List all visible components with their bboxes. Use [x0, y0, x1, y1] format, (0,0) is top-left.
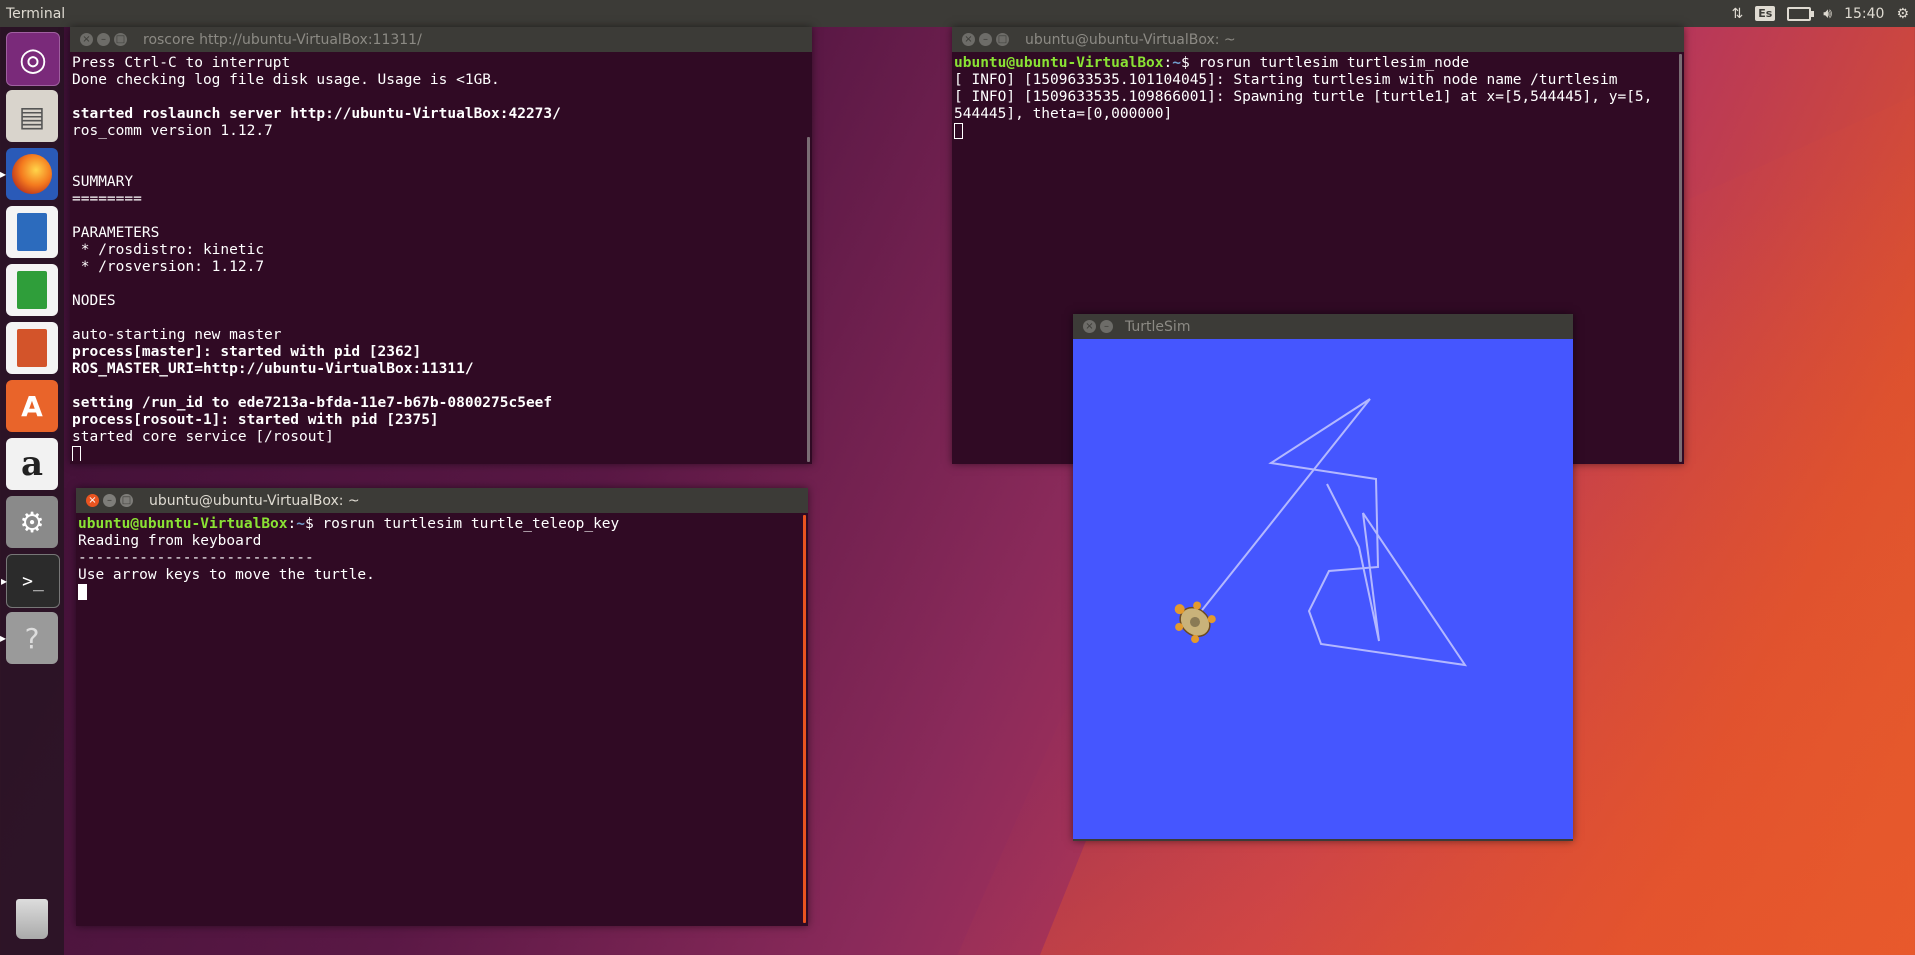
scrollbar[interactable]: [807, 137, 810, 462]
software-center-icon[interactable]: A: [6, 380, 58, 432]
firefox-icon[interactable]: [0, 148, 58, 200]
terminal-output[interactable]: ubuntu@ubuntu-VirtualBox:~$ rosrun turtl…: [76, 513, 808, 922]
output-line: ros_comm version 1.12.7: [72, 123, 273, 139]
help-icon[interactable]: ?: [0, 612, 58, 664]
window-titlebar[interactable]: × – □ ubuntu@ubuntu-VirtualBox: ~: [952, 27, 1684, 52]
battery-icon[interactable]: [1787, 6, 1815, 21]
clock[interactable]: 15:40: [1844, 6, 1884, 22]
scrollbar[interactable]: [1679, 54, 1682, 462]
gear-icon[interactable]: ⚙: [1896, 6, 1909, 22]
indicator-area: ⇅ Es 🔊︎ 15:40 ⚙: [1731, 0, 1915, 27]
close-icon[interactable]: ×: [86, 494, 99, 507]
prompt-path: ~: [296, 516, 305, 532]
output-line: PARAMETERS: [72, 225, 160, 241]
output-line: setting /run_id to ede7213a-bfda-11e7-b6…: [72, 395, 553, 411]
calc-icon[interactable]: [6, 264, 58, 316]
output-line: Press Ctrl-C to interrupt: [72, 55, 291, 71]
window-titlebar[interactable]: × – □ ubuntu@ubuntu-VirtualBox: ~: [76, 488, 808, 513]
output-line: ========: [72, 191, 142, 207]
output-line: [ INFO] [1509633535.101104045]: Starting…: [954, 72, 1618, 88]
files-icon[interactable]: ▤: [6, 90, 58, 142]
prompt-user: ubuntu@ubuntu-VirtualBox: [78, 516, 288, 532]
close-icon[interactable]: ×: [962, 33, 975, 46]
terminal-icon[interactable]: >_: [1, 554, 60, 608]
prompt-separator: :: [287, 516, 297, 532]
roscore-terminal-window[interactable]: × – □ roscore http://ubuntu-VirtualBox:1…: [70, 27, 812, 464]
turtlesim-canvas: [1073, 339, 1573, 839]
turtle-trail: [1194, 398, 1468, 667]
volume-icon[interactable]: 🔊︎: [1823, 6, 1832, 22]
impress-icon[interactable]: [6, 322, 58, 374]
minimize-icon[interactable]: –: [979, 33, 992, 46]
top-panel: Terminal ⇅ Es 🔊︎ 15:40 ⚙: [0, 0, 1915, 27]
output-line: started roslaunch server http://ubuntu-V…: [72, 106, 561, 122]
output-line: [ INFO] [1509633535.109866001]: Spawning…: [954, 89, 1653, 105]
output-line: 544445], theta=[0,000000]: [954, 106, 1173, 122]
prompt-end: $: [1180, 55, 1199, 71]
output-line: * /rosdistro: kinetic: [72, 242, 265, 258]
output-line: Use arrow keys to move the turtle.: [78, 567, 375, 583]
output-line: SUMMARY: [72, 174, 134, 190]
output-line: Done checking log file disk usage. Usage…: [72, 72, 500, 88]
prompt-path: ~: [1172, 55, 1181, 71]
settings-icon[interactable]: ⚙: [6, 496, 58, 548]
text-cursor: [72, 446, 81, 461]
amazon-icon[interactable]: a: [6, 438, 58, 490]
output-line: ROS_MASTER_URI=http://ubuntu-VirtualBox:…: [72, 361, 474, 377]
window-title: roscore http://ubuntu-VirtualBox:11311/: [143, 31, 422, 48]
minimize-icon[interactable]: –: [103, 494, 116, 507]
teleop-terminal-window[interactable]: × – □ ubuntu@ubuntu-VirtualBox: ~ ubuntu…: [76, 488, 808, 926]
prompt-separator: :: [1163, 55, 1173, 71]
ubuntu-dash-icon[interactable]: ◎: [6, 32, 60, 86]
close-icon[interactable]: ×: [80, 33, 93, 46]
window-title: ubuntu@ubuntu-VirtualBox: ~: [1025, 31, 1236, 48]
launcher: ◎ ▤ A a ⚙ >_ ?: [0, 27, 64, 955]
writer-icon[interactable]: [6, 206, 58, 258]
output-line: * /rosversion: 1.12.7: [72, 259, 265, 275]
trash-icon[interactable]: [6, 893, 58, 945]
active-app-title: Terminal: [6, 5, 66, 22]
output-line: auto-starting new master: [72, 327, 282, 343]
text-cursor: [954, 123, 963, 139]
window-titlebar[interactable]: × – □ roscore http://ubuntu-VirtualBox:1…: [70, 27, 812, 52]
output-line: process[rosout-1]: started with pid [237…: [72, 412, 439, 428]
command-text: rosrun turtlesim turtlesim_node: [1198, 55, 1470, 71]
turtle-path-svg: [1174, 398, 1468, 667]
window-title: ubuntu@ubuntu-VirtualBox: ~: [149, 492, 360, 509]
maximize-icon[interactable]: □: [996, 33, 1009, 46]
window-titlebar[interactable]: × – TurtleSim: [1073, 314, 1573, 339]
output-line: ---------------------------: [78, 550, 314, 566]
window-title: TurtleSim: [1125, 318, 1191, 335]
turtlesim-window[interactable]: × – TurtleSim: [1073, 314, 1573, 841]
text-cursor: [78, 584, 87, 600]
maximize-icon[interactable]: □: [120, 494, 133, 507]
maximize-icon[interactable]: □: [114, 33, 127, 46]
network-icon[interactable]: ⇅: [1731, 6, 1743, 22]
output-line: started core service [/rosout]: [72, 429, 334, 445]
prompt-user: ubuntu@ubuntu-VirtualBox: [954, 55, 1164, 71]
keyboard-layout-indicator[interactable]: Es: [1755, 6, 1776, 21]
close-icon[interactable]: ×: [1083, 320, 1096, 333]
output-line: Reading from keyboard: [78, 533, 262, 549]
prompt-end: $: [304, 516, 323, 532]
output-line: NODES: [72, 293, 116, 309]
output-line: process[master]: started with pid [2362]: [72, 344, 422, 360]
minimize-icon[interactable]: –: [97, 33, 110, 46]
scrollbar[interactable]: [803, 515, 806, 923]
minimize-icon[interactable]: –: [1100, 320, 1113, 333]
command-text: rosrun turtlesim turtle_teleop_key: [322, 516, 620, 532]
terminal-output[interactable]: Press Ctrl-C to interrupt Done checking …: [70, 52, 812, 461]
